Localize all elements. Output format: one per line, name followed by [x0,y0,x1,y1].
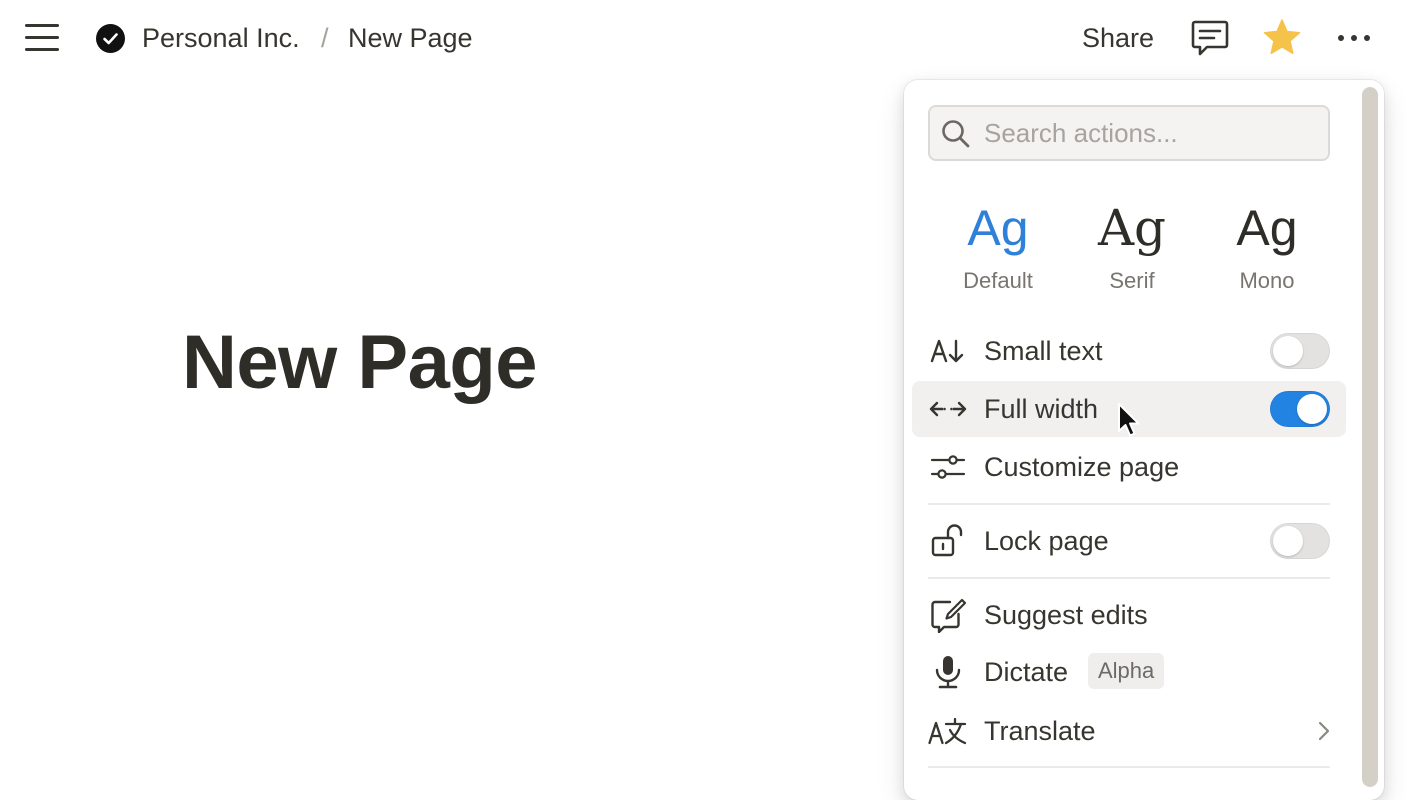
font-options: Ag Default Ag Serif Ag Mono [928,192,1330,302]
font-label-serif: Serif [1109,268,1155,293]
mouse-cursor-icon [1118,403,1140,437]
breadcrumb-separator: / [321,23,329,53]
customize-page-label: Customize page [984,452,1180,482]
small-text-toggle[interactable] [1270,333,1330,369]
menu-item-small-text[interactable]: Small text [912,323,1346,379]
font-label-default: Default [963,268,1033,293]
breadcrumb-workspace[interactable]: Personal Inc. [142,20,300,56]
alpha-badge: Alpha [1088,653,1165,689]
suggest-edits-icon [931,598,967,633]
translate-icon [928,717,967,745]
menu-item-lock-page[interactable]: Lock page [912,513,1346,569]
customize-icon [930,455,966,479]
menu-item-suggest-edits[interactable]: Suggest edits [912,587,1346,643]
divider [928,577,1330,579]
suggest-edits-label: Suggest edits [984,600,1148,630]
top-bar: Personal Inc. / New Page Share [0,0,1407,76]
more-icon[interactable] [1332,16,1376,60]
microphone-icon [935,656,961,689]
dictate-label: Dictate [984,657,1069,687]
font-option-mono[interactable]: Ag Mono [1207,192,1327,302]
divider [928,503,1330,505]
search-actions-field[interactable] [928,105,1330,161]
menu-item-dictate[interactable]: Dictate Alpha [912,644,1346,700]
chevron-right-icon [1318,721,1330,741]
menu-item-customize-page[interactable]: Customize page [912,439,1346,495]
lock-page-label: Lock page [984,526,1109,556]
menu-icon[interactable] [22,20,62,56]
share-button[interactable]: Share [1070,18,1166,58]
menu-item-translate[interactable]: Translate [912,703,1346,759]
full-width-icon [929,401,967,417]
font-label-mono: Mono [1239,268,1295,293]
menu-scrollbar[interactable] [1362,87,1378,787]
page-options-menu: Ag Default Ag Serif Ag Mono Small text F… [904,80,1384,800]
font-sample-default: Ag [967,200,1029,256]
full-width-label: Full width [984,394,1099,424]
lock-page-toggle[interactable] [1270,523,1330,559]
divider [928,766,1330,768]
full-width-toggle[interactable] [1270,391,1330,427]
small-text-icon [930,339,964,363]
font-option-serif[interactable]: Ag Serif [1072,192,1192,302]
small-text-label: Small text [984,336,1103,366]
check-circle-icon [96,24,125,53]
comment-icon[interactable] [1188,16,1232,60]
font-sample-serif: Ag [1097,199,1167,257]
breadcrumb-page[interactable]: New Page [348,20,473,56]
search-actions-input[interactable] [984,115,1314,151]
font-option-default[interactable]: Ag Default [938,192,1058,302]
translate-label: Translate [984,716,1096,746]
lock-icon [931,524,963,557]
page-title[interactable]: New Page [182,318,538,408]
font-sample-mono: Ag [1236,200,1298,256]
search-icon [942,120,970,148]
star-icon[interactable] [1260,16,1304,60]
